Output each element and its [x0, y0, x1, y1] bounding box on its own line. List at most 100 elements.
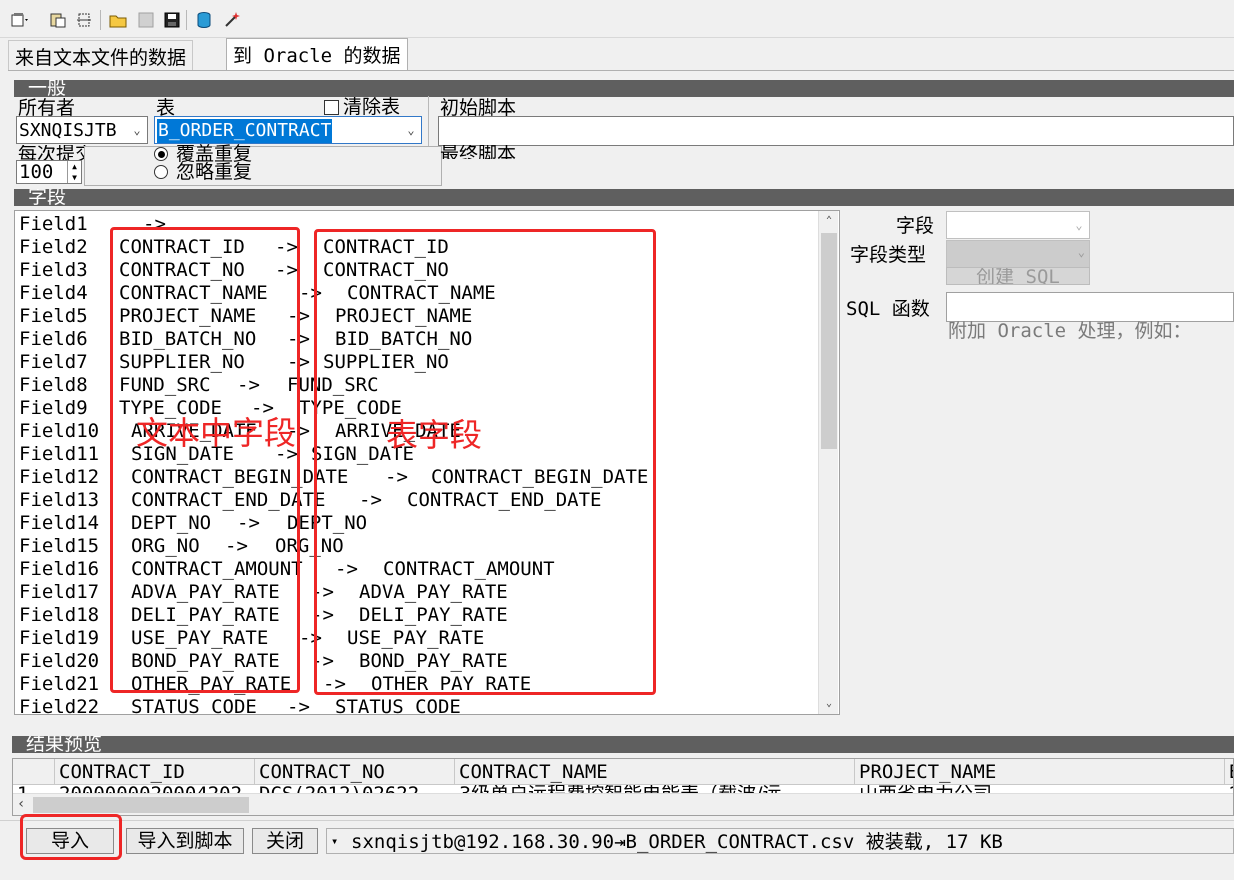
import-button[interactable]: 导入 — [26, 828, 114, 854]
field-name: Field6 — [19, 328, 88, 350]
table-row[interactable]: 1 2000000020004202 DCS(2012)02622 3级单户远程… — [13, 785, 1233, 793]
chevron-down-icon[interactable]: ⌄ — [403, 117, 419, 143]
field-combo[interactable]: ⌄ — [946, 211, 1090, 239]
init-script-input[interactable] — [438, 116, 1234, 146]
preview-hscrollbar[interactable]: ‹ — [13, 793, 1233, 815]
scroll-up-icon[interactable]: ⌃ — [821, 213, 837, 229]
mapping-arrow: -> — [299, 282, 322, 304]
radio-selected[interactable] — [154, 147, 168, 161]
column-header[interactable]: CONTRACT_NAME — [455, 759, 855, 785]
paste-icon[interactable] — [48, 10, 68, 30]
save-icon[interactable] — [162, 10, 182, 30]
chevron-down-icon[interactable]: ⌄ — [1071, 212, 1087, 238]
sql-function-input[interactable] — [946, 292, 1234, 322]
database-icon[interactable] — [194, 10, 214, 30]
overwrite-label: 覆盖重复 — [176, 144, 253, 164]
clear-table-checkbox[interactable]: 清除表 — [324, 97, 400, 117]
mapping-arrow: -> — [385, 466, 408, 488]
source-field: PROJECT_NAME — [119, 305, 257, 327]
column-header[interactable]: PROJECT_NAME — [855, 759, 1225, 785]
column-header-label: CONTRACT_NAME — [459, 761, 608, 783]
target-field: ADVA_PAY_RATE — [359, 581, 508, 603]
target-field: PROJECT_NAME — [335, 305, 473, 327]
field-name: Field14 — [19, 512, 100, 534]
field-mapping-row[interactable]: Field18 DELI_PAY_RATE -> DELI_PAY_RATE — [19, 604, 819, 627]
spin-down-icon[interactable]: ▼ — [67, 172, 81, 183]
preview-section-title: 结果预览 — [26, 736, 103, 753]
field-type-combo[interactable]: ⌄ — [946, 240, 1090, 270]
field-mapping-row[interactable]: Field14 DEPT_NO -> DEPT_NO — [19, 512, 819, 535]
field-name: Field18 — [19, 604, 100, 626]
table-value: B_ORDER_CONTRACT — [157, 119, 333, 143]
properties-icon[interactable] — [74, 10, 94, 30]
source-field: ORG_NO — [131, 535, 200, 557]
preview-grid[interactable]: CONTRACT_ID CONTRACT_NO CONTRACT_NAME PR… — [12, 758, 1234, 816]
target-field: CONTRACT_ID — [323, 236, 449, 258]
source-field: OTHER_PAY_RATE — [131, 673, 292, 695]
tab-text-file-data[interactable]: 来自文本文件的数据 — [8, 40, 194, 70]
field-name: Field10 — [19, 420, 100, 442]
field-mapping-row[interactable]: Field16 CONTRACT_AMOUNT -> CONTRACT_AMOUNT — [19, 558, 819, 581]
radio-unselected[interactable] — [154, 165, 168, 179]
preview-section-header: 结果预览 — [12, 736, 1234, 753]
create-sql-button[interactable]: 创建 SQL — [946, 267, 1090, 285]
tab-oracle-data[interactable]: 到 Oracle 的数据 — [226, 38, 408, 70]
close-button[interactable]: 关闭 — [252, 828, 318, 854]
field-mapping-row[interactable]: Field21 OTHER_PAY_RATE -> OTHER_PAY_RATE — [19, 673, 819, 696]
status-dropdown-icon[interactable]: ▾ — [331, 829, 338, 853]
column-header[interactable]: CONTRACT_NO — [255, 759, 455, 785]
field-mapping-row[interactable]: Field19 USE_PAY_RATE -> USE_PAY_RATE — [19, 627, 819, 650]
field-mapping-row[interactable]: Field20 BOND_PAY_RATE -> BOND_PAY_RATE — [19, 650, 819, 673]
column-header[interactable]: B — [1225, 759, 1233, 785]
table-fields-annotation: 表字段 — [386, 416, 483, 454]
field-name: Field19 — [19, 627, 100, 649]
field-label: 字段 — [896, 215, 935, 237]
field-list-scrollbar[interactable]: ⌃ ⌄ — [818, 211, 838, 714]
field-name: Field13 — [19, 489, 100, 511]
field-mapping-row[interactable]: Field13 CONTRACT_END_DATE -> CONTRACT_END_D… — [19, 489, 819, 512]
scroll-thumb[interactable] — [33, 797, 249, 813]
overwrite-radio[interactable]: 覆盖重复 — [154, 144, 252, 164]
field-mapping-row[interactable]: Field17 ADVA_PAY_RATE -> ADVA_PAY_RATE — [19, 581, 819, 604]
field-name: Field2 — [19, 236, 88, 258]
save-disabled-icon[interactable] — [136, 10, 156, 30]
scroll-left-icon[interactable]: ‹ — [17, 796, 25, 812]
field-mapping-row[interactable]: Field22 STATUS_CODE -> STATUS_CODE — [19, 696, 819, 714]
field-mapping-list[interactable]: Field1 -> Field2 CONTRACT_ID -> CONTRACT_ID Fi… — [14, 210, 840, 715]
checkbox-box[interactable] — [324, 99, 339, 115]
chevron-down-icon[interactable]: ⌄ — [1078, 245, 1085, 259]
new-dropdown-icon[interactable] — [10, 10, 30, 30]
init-script-label: 初始脚本 — [440, 97, 517, 116]
import-to-script-button[interactable]: 导入到脚本 — [126, 828, 244, 854]
field-mapping-row[interactable]: Field7 SUPPLIER_NO -> SUPPLIER_NO — [19, 351, 819, 374]
chevron-down-icon[interactable]: ⌄ — [129, 117, 145, 143]
owner-label: 所有者 — [18, 97, 76, 116]
target-field: BID_BATCH_NO — [335, 328, 473, 350]
field-mapping-row[interactable]: Field6 BID_BATCH_NO -> BID_BATCH_NO — [19, 328, 819, 351]
field-mapping-row[interactable]: Field1 -> — [19, 213, 819, 236]
field-mapping-row[interactable]: Field12 CONTRACT_BEGIN_DATE -> CONTRACT_BEG… — [19, 466, 819, 489]
field-mapping-row[interactable]: Field2 CONTRACT_ID -> CONTRACT_ID — [19, 236, 819, 259]
spin-up-icon[interactable]: ▲ — [67, 161, 81, 172]
ignore-radio[interactable]: 忽略重复 — [154, 162, 252, 182]
duplicate-options — [84, 146, 442, 186]
table-cell: 山西省电力公司 — [859, 785, 992, 793]
scroll-thumb[interactable] — [821, 233, 837, 449]
magic-wand-icon[interactable] — [222, 10, 242, 30]
field-mapping-row[interactable]: Field5 PROJECT_NAME -> PROJECT_NAME — [19, 305, 819, 328]
target-field: CONTRACT_BEGIN_DATE — [431, 466, 649, 488]
mapping-arrow: -> — [287, 328, 310, 350]
field-mapping-row[interactable]: Field3 CONTRACT_NO -> CONTRACT_NO — [19, 259, 819, 282]
table-combo[interactable]: B_ORDER_CONTRACT ⌄ — [154, 116, 422, 144]
field-mapping-row[interactable]: Field8 FUND_SRC -> FUND_SRC — [19, 374, 819, 397]
field-mapping-row[interactable]: Field15 ORG_NO -> ORG_NO — [19, 535, 819, 558]
commit-spinner[interactable]: 100 ▲ ▼ — [16, 160, 82, 184]
open-folder-icon[interactable] — [108, 10, 128, 30]
column-header[interactable]: CONTRACT_ID — [55, 759, 255, 785]
source-field: DELI_PAY_RATE — [131, 604, 280, 626]
owner-combo[interactable]: SXNQISJTB ⌄ — [16, 116, 148, 144]
field-mapping-row[interactable]: Field4 CONTRACT_NAME -> CONTRACT_NAME — [19, 282, 819, 305]
table-cell: 2000000020004202 — [59, 785, 242, 793]
source-field: BID_BATCH_NO — [119, 328, 257, 350]
scroll-down-icon[interactable]: ⌄ — [821, 696, 837, 712]
